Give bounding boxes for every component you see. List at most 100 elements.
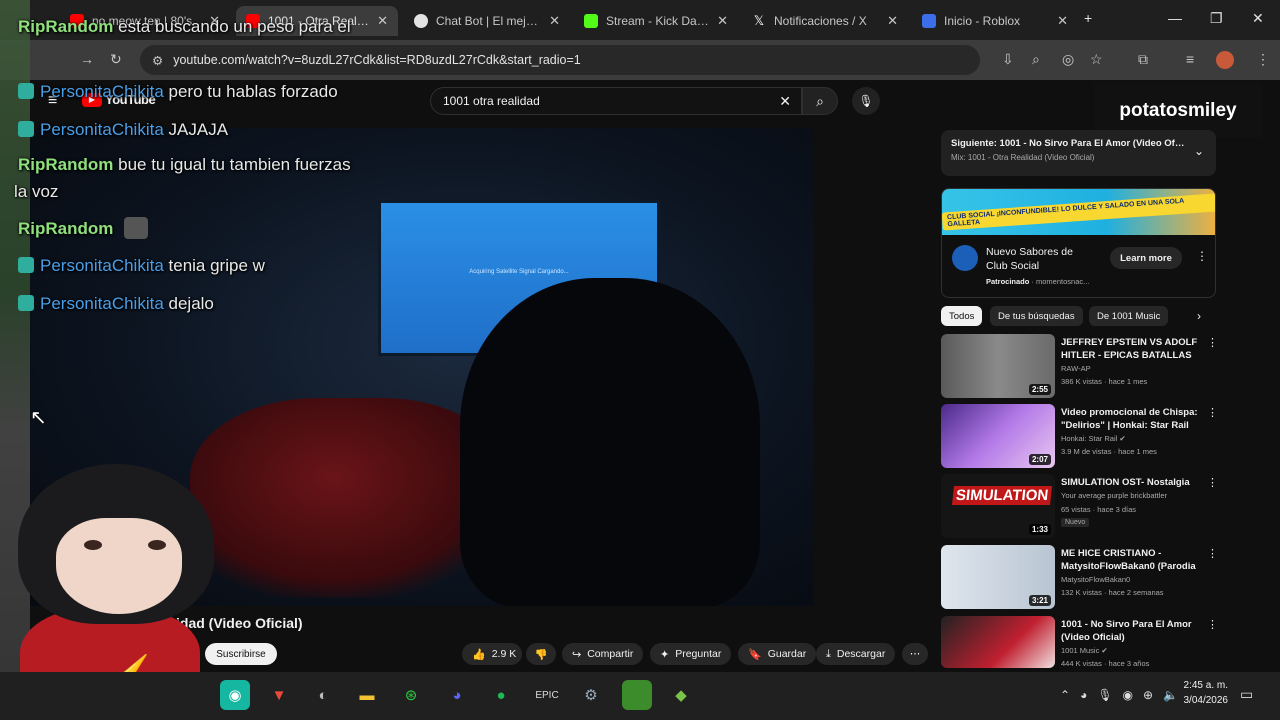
close-tab-icon[interactable]: ✕ [549, 13, 560, 29]
chip-from-searches[interactable]: De tus búsquedas [990, 306, 1083, 326]
chevron-down-icon[interactable]: ⌄ [1194, 144, 1204, 158]
file-explorer-icon[interactable]: ▬ [352, 680, 382, 710]
clock-time: 2:45 a. m. [1183, 680, 1228, 691]
tab-5[interactable]: 𝕏 Notificaciones / X ✕ [742, 6, 908, 36]
chevron-right-icon[interactable]: › [1197, 309, 1201, 323]
chat-badge-icon [18, 83, 34, 99]
download-icon: ⤓ [826, 647, 831, 660]
tray-network-icon[interactable]: ⊕ [1143, 688, 1153, 702]
forward-icon[interactable]: → [80, 51, 94, 67]
app-icon-red[interactable]: ▼ [264, 680, 294, 710]
close-tab-icon[interactable]: ✕ [377, 13, 388, 29]
ask-label: Preguntar [675, 648, 722, 660]
more-vertical-icon[interactable]: ⋮ [1196, 249, 1208, 263]
close-tab-icon[interactable]: ✕ [717, 13, 728, 29]
tab-3[interactable]: Chat Bot | El mejor so ✕ [404, 6, 570, 36]
clock[interactable]: 2:45 a. m. 3/04/2026 [1168, 678, 1229, 708]
sponsored-ad[interactable]: CLUB SOCIAL ¡INCONFUNDIBLE! LO DULCE Y S… [941, 188, 1216, 298]
thumbs-up-icon: 👍 [472, 648, 486, 661]
recommendation-item[interactable]: 2:55 JEFFREY EPSTEIN VS ADOLF HITLER - E… [941, 334, 1218, 398]
video-thumbnail[interactable]: 2:07 [941, 404, 1055, 468]
browser-menu-icon[interactable]: ⋮ [1256, 51, 1270, 68]
more-vertical-icon[interactable]: ⋮ [1207, 406, 1218, 419]
video-thumbnail[interactable]: 3:21 [941, 545, 1055, 609]
video-thumbnail[interactable]: 2:55 [941, 334, 1055, 398]
channel-name[interactable]: Your average purple brickbattler [1061, 491, 1167, 500]
tray-mic-icon[interactable]: 🎙 [1097, 688, 1112, 702]
video-title[interactable]: 1001 - No Sirvo Para El Amor (Video Ofic… [1061, 618, 1201, 644]
ad-banner-image[interactable]: CLUB SOCIAL ¡INCONFUNDIBLE! LO DULCE Y S… [942, 189, 1215, 235]
close-tab-icon[interactable]: ✕ [1057, 13, 1068, 29]
channel-name[interactable]: RAW-AP [1061, 364, 1091, 373]
chip-from-1001-music[interactable]: De 1001 Music [1089, 306, 1169, 326]
install-icon[interactable]: ⇩ [1002, 51, 1014, 68]
address-bar[interactable]: ⚙ youtube.com/watch?v=8uzdL27rCdk&list=R… [140, 45, 980, 75]
save-button[interactable]: 🔖 Guardar [738, 643, 817, 665]
app-icon-green[interactable]: ⊛ [396, 680, 426, 710]
chatbot-icon [414, 14, 428, 28]
more-vertical-icon[interactable]: ⋮ [1207, 547, 1218, 560]
app-icon-teal[interactable]: ◉ [220, 680, 250, 710]
recommendation-item[interactable]: SIMULATION 1:33 SIMULATION OST- Nostalgi… [941, 474, 1218, 538]
close-tab-icon[interactable]: ✕ [887, 13, 898, 29]
minecraft-launcher-icon[interactable]: ◆ [666, 680, 696, 710]
more-vertical-icon[interactable]: ⋮ [1207, 336, 1218, 349]
learn-more-button[interactable]: Learn more [1110, 247, 1182, 269]
more-actions-button[interactable]: ⋯ [902, 643, 928, 665]
media-icon[interactable]: ≡ [1186, 51, 1194, 67]
zoom-icon[interactable]: ⌕ [1032, 51, 1040, 68]
ad-title: Nuevo Sabores de Club Social [986, 246, 1073, 272]
minecraft-icon[interactable] [622, 680, 652, 710]
minimize-icon[interactable]: — [1168, 10, 1182, 26]
epic-games-icon[interactable]: EPIC [532, 680, 562, 710]
tab-6[interactable]: Inicio - Roblox ✕ [912, 6, 1078, 36]
recommendation-item[interactable]: 1001 - No Sirvo Para El Amor (Video Ofic… [941, 616, 1218, 668]
video-thumbnail[interactable] [941, 616, 1055, 668]
profile-avatar[interactable] [1216, 51, 1234, 69]
reload-icon[interactable]: ↻ [110, 51, 122, 68]
like-button[interactable]: 👍 2.9 K [462, 643, 522, 665]
tab-4[interactable]: Stream - Kick Dashbo ✕ [574, 6, 738, 36]
channel-name[interactable]: 1001 Music ✔ [1061, 646, 1108, 655]
video-title[interactable]: ME HICE CRISTIANO - MatysitoFlowBakan0 (… [1061, 547, 1201, 573]
site-info-icon[interactable]: ⚙ [152, 53, 163, 68]
recommendation-item[interactable]: 3:21 ME HICE CRISTIANO - MatysitoFlowBak… [941, 545, 1218, 609]
up-next-panel[interactable]: Siguiente: 1001 - No Sirvo Para El Amor … [941, 130, 1216, 176]
extensions-icon[interactable]: ⧉ [1138, 51, 1148, 68]
restore-icon[interactable]: ❐ [1210, 10, 1223, 27]
voice-search-button[interactable]: 🎙 [852, 87, 880, 115]
dislike-button[interactable]: 👎 [526, 643, 556, 665]
video-title[interactable]: SIMULATION OST- Nostalgia [1061, 476, 1201, 489]
close-window-icon[interactable]: ✕ [1252, 10, 1264, 27]
tray-chevron-icon[interactable]: ⌃ [1060, 688, 1070, 702]
discord-icon[interactable]: ◕ [442, 680, 472, 710]
new-tab-button[interactable]: + [1084, 10, 1092, 26]
more-vertical-icon[interactable]: ⋮ [1207, 618, 1218, 631]
tray-app-icon[interactable]: ◉ [1123, 688, 1133, 702]
search-button[interactable]: ⌕ [802, 87, 838, 115]
tray-discord-icon[interactable]: ◕ [1080, 688, 1087, 702]
video-title[interactable]: Video promocional de Chispa: "Delirios" … [1061, 406, 1201, 432]
obs-icon[interactable]: ◐ [308, 680, 338, 710]
eye-off-icon[interactable]: ◎ [1062, 51, 1074, 68]
chip-all[interactable]: Todos [941, 306, 983, 326]
notifications-icon[interactable]: ▭ [1240, 686, 1253, 703]
video-title[interactable]: JEFFREY EPSTEIN VS ADOLF HITLER - EPICAS… [1061, 336, 1201, 362]
more-vertical-icon[interactable]: ⋮ [1207, 476, 1218, 489]
ask-button[interactable]: ✦ Preguntar [650, 643, 732, 665]
channel-name[interactable]: Honkai: Star Rail ✔ [1061, 434, 1126, 443]
video-thumbnail[interactable]: SIMULATION 1:33 [941, 474, 1055, 538]
spotify-icon[interactable]: ● [486, 680, 516, 710]
search-input[interactable]: 1001 otra realidad ✕ [430, 87, 802, 115]
download-button[interactable]: ⤓ Descargar [816, 643, 896, 665]
avatar-face [56, 518, 182, 614]
ad-sponsor-line: Patrocinado · momentosnac... [986, 277, 1089, 286]
recommendation-item[interactable]: 2:07 Video promocional de Chispa: "Delir… [941, 404, 1218, 468]
steam-icon[interactable]: ⚙ [576, 680, 606, 710]
channel-name[interactable]: MatysitoFlowBakan0 [1061, 575, 1130, 584]
up-next-mix: Mix: 1001 - Otra Realidad (Video Oficial… [951, 153, 1095, 162]
share-button[interactable]: ↪ Compartir [562, 643, 644, 665]
avatar-eye [84, 540, 102, 550]
clear-search-icon[interactable]: ✕ [779, 93, 791, 110]
bookmark-star-icon[interactable]: ☆ [1090, 51, 1103, 68]
